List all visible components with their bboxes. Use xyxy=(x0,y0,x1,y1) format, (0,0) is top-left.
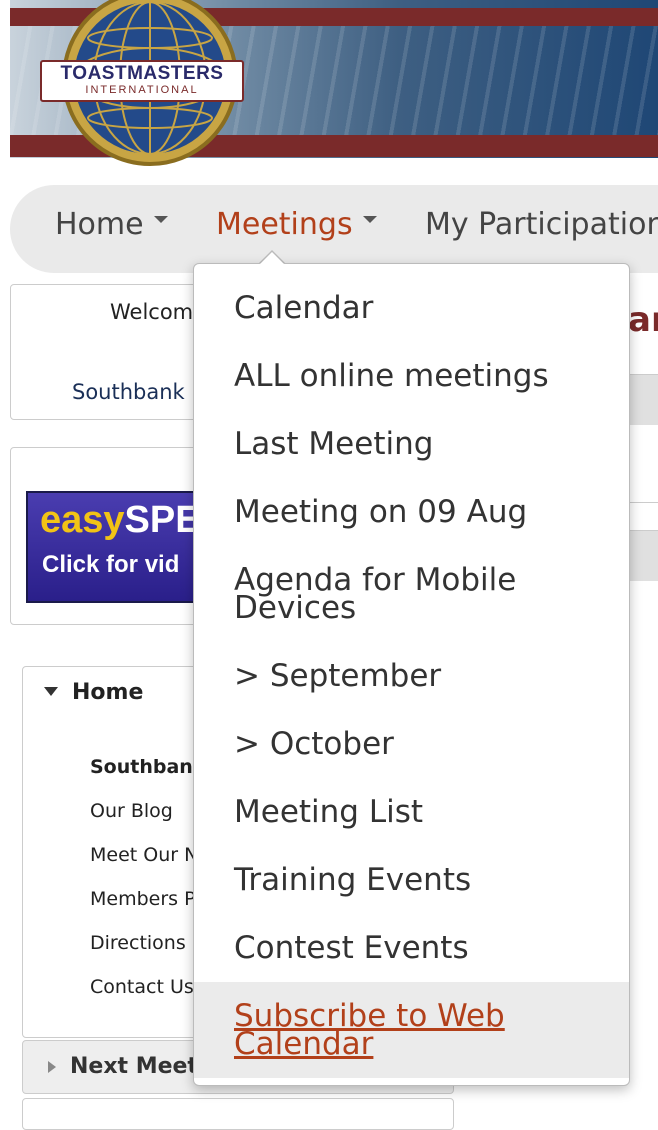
logo-title: TOASTMASTERS xyxy=(60,63,224,84)
triangle-down-icon xyxy=(44,687,58,696)
click-for-video-text: Click for vid xyxy=(42,551,180,578)
brand-spe: SPE xyxy=(124,499,201,541)
caret-down-icon xyxy=(153,216,168,223)
easyspeak-brand: easySPE xyxy=(40,499,201,542)
nav-my-participation-label: My Participation xyxy=(425,207,658,242)
home-section-title: Home xyxy=(72,680,144,705)
nav-meetings[interactable]: Meetings xyxy=(216,207,377,242)
menu-item-september[interactable]: > September xyxy=(234,661,441,692)
next-meeting-header[interactable]: Next Meet xyxy=(48,1054,198,1079)
sidebar-link-southbank[interactable]: Southban xyxy=(90,756,193,778)
menu-item-last-meeting[interactable]: Last Meeting xyxy=(234,429,433,460)
club-link[interactable]: Southbank xyxy=(72,380,185,404)
sidebar-link-meet-our[interactable]: Meet Our N xyxy=(90,844,198,866)
menu-item-all-online-meetings[interactable]: ALL online meetings xyxy=(234,361,549,392)
collapsed-panel xyxy=(22,1098,454,1130)
menu-item-calendar[interactable]: Calendar xyxy=(234,293,373,324)
nav-home[interactable]: Home xyxy=(55,207,168,242)
logo-wordmark: TOASTMASTERS INTERNATIONAL xyxy=(40,60,244,102)
triangle-right-icon xyxy=(48,1061,56,1073)
brand-easy: easy xyxy=(40,499,125,541)
caret-down-icon xyxy=(362,216,377,223)
logo-subtitle: INTERNATIONAL xyxy=(85,84,199,96)
welcome-text: Welcom xyxy=(110,300,194,324)
nav-my-participation[interactable]: My Participation xyxy=(425,207,658,242)
menu-item-subscribe-web-calendar[interactable]: Subscribe to Web Calendar xyxy=(234,1001,604,1060)
next-meeting-title: Next Meet xyxy=(70,1054,198,1079)
sidebar-link-members[interactable]: Members P xyxy=(90,888,196,910)
sidebar-link-blog[interactable]: Our Blog xyxy=(90,800,173,822)
page-title-fragment: ar xyxy=(628,300,658,340)
nav-home-label: Home xyxy=(55,207,144,242)
nav-meetings-label: Meetings xyxy=(216,207,353,242)
menu-item-october[interactable]: > October xyxy=(234,729,394,760)
menu-item-meeting-09-aug[interactable]: Meeting on 09 Aug xyxy=(234,497,527,528)
menu-item-meeting-list[interactable]: Meeting List xyxy=(234,797,423,828)
menu-item-training-events[interactable]: Training Events xyxy=(234,865,471,896)
menu-item-agenda-mobile[interactable]: Agenda for Mobile Devices xyxy=(234,565,604,624)
sidebar-link-directions[interactable]: Directions xyxy=(90,932,186,954)
dropdown-pointer-fill xyxy=(259,252,285,265)
easyspeak-video-banner[interactable]: easySPE Click for vid xyxy=(26,491,216,603)
menu-item-contest-events[interactable]: Contest Events xyxy=(234,933,469,964)
sidebar-link-contact[interactable]: Contact Us xyxy=(90,976,194,998)
home-section-header[interactable]: Home xyxy=(44,680,143,705)
